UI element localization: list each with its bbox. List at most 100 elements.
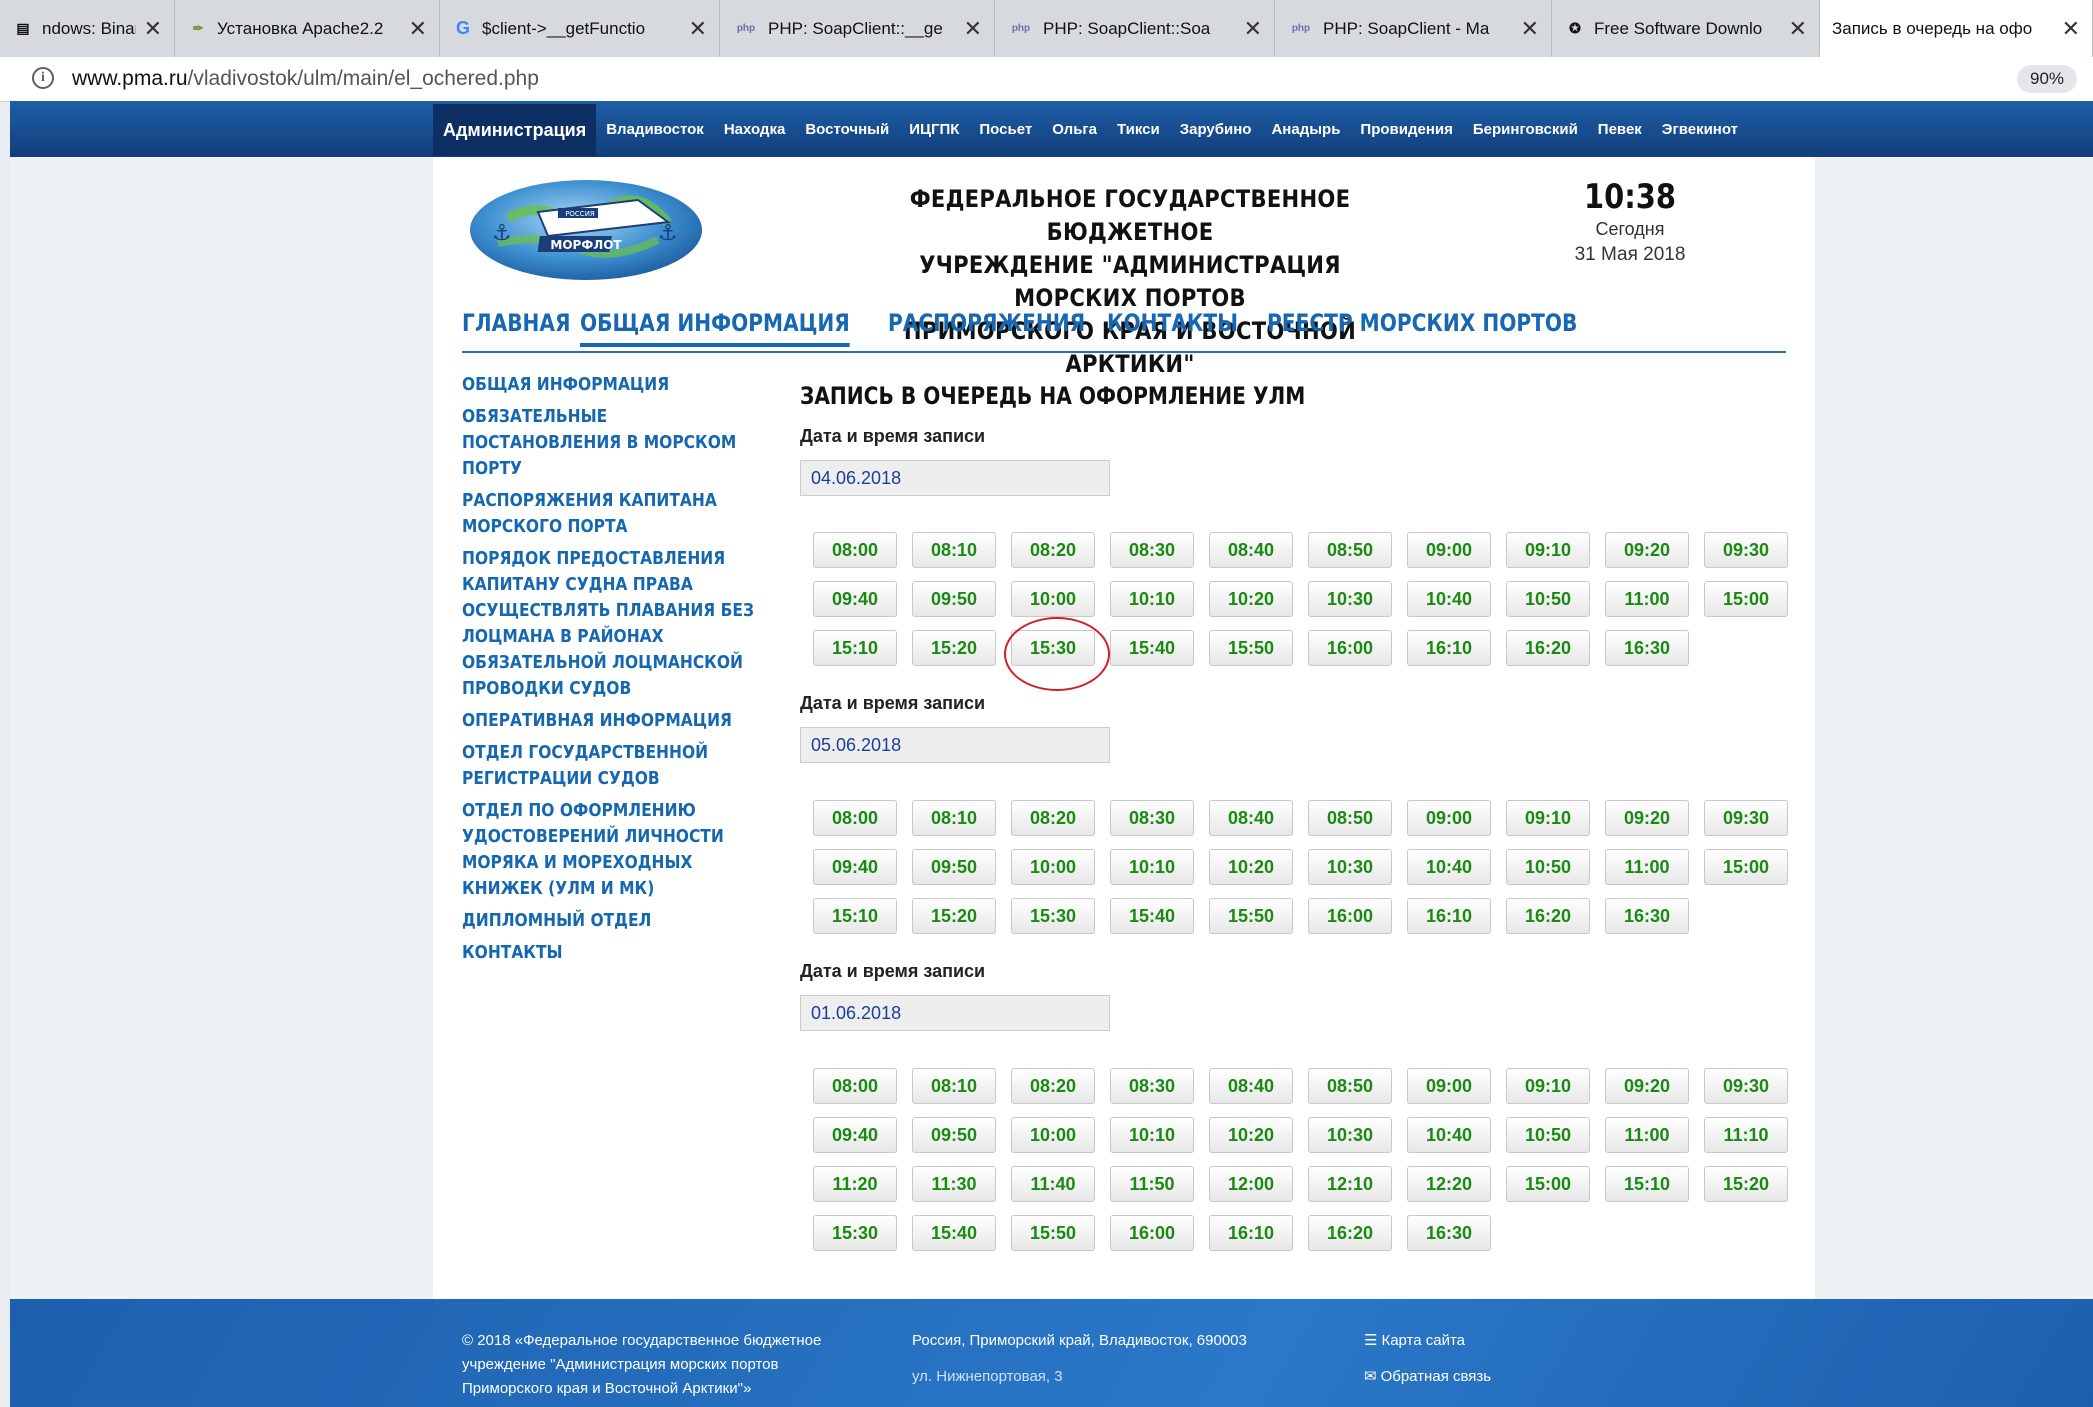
time-slot-button[interactable]: 09:40 bbox=[813, 581, 897, 617]
time-slot-button[interactable]: 10:20 bbox=[1209, 849, 1293, 885]
time-slot-button[interactable]: 15:10 bbox=[1605, 1166, 1689, 1202]
time-slot-button[interactable]: 16:20 bbox=[1506, 630, 1590, 666]
time-slot-button[interactable]: 12:10 bbox=[1308, 1166, 1392, 1202]
time-slot-button[interactable]: 10:00 bbox=[1011, 849, 1095, 885]
date-field-2[interactable]: 05.06.2018 bbox=[800, 727, 1110, 763]
browser-tab[interactable]: php PHP: SoapClient::__ge ✕ bbox=[720, 0, 995, 57]
top-nav-item[interactable]: Администрация bbox=[433, 104, 597, 156]
top-nav-item[interactable]: Находка bbox=[714, 104, 795, 156]
time-slot-button[interactable]: 08:50 bbox=[1308, 1068, 1392, 1104]
sidebar-item[interactable]: ОБЩАЯ ИНФОРМАЦИЯ bbox=[462, 372, 772, 398]
time-slot-button[interactable]: 10:30 bbox=[1308, 581, 1392, 617]
menu-item-contacts[interactable]: КОНТАКТЫ bbox=[1107, 309, 1238, 337]
menu-item-general-info[interactable]: ОБЩАЯ ИНФОРМАЦИЯ bbox=[580, 309, 850, 347]
sidebar-item[interactable]: РАСПОРЯЖЕНИЯ КАПИТАНА МОРСКОГО ПОРТА bbox=[462, 488, 772, 540]
close-icon[interactable]: ✕ bbox=[689, 16, 707, 42]
top-nav-item[interactable]: Беринговский bbox=[1463, 104, 1588, 156]
time-slot-button[interactable]: 15:50 bbox=[1209, 630, 1293, 666]
time-slot-button[interactable]: 08:40 bbox=[1209, 1068, 1293, 1104]
time-slot-button[interactable]: 08:00 bbox=[813, 1068, 897, 1104]
top-nav-item[interactable]: Владивосток bbox=[596, 104, 714, 156]
time-slot-button[interactable]: 09:00 bbox=[1407, 532, 1491, 568]
menu-item-port-registry[interactable]: РЕЕСТР МОРСКИХ ПОРТОВ bbox=[1267, 309, 1577, 337]
morflot-logo[interactable]: МОРФЛОТ РОССИЯ ⚓ ⚓ bbox=[468, 178, 704, 287]
menu-item-home[interactable]: ГЛАВНАЯ bbox=[462, 309, 571, 337]
time-slot-button[interactable]: 11:50 bbox=[1110, 1166, 1194, 1202]
browser-tab[interactable]: ✪ Free Software Downlo ✕ bbox=[1552, 0, 1820, 57]
time-slot-button[interactable]: 15:40 bbox=[1110, 630, 1194, 666]
time-slot-button[interactable]: 15:30 bbox=[813, 1215, 897, 1251]
time-slot-button[interactable]: 16:10 bbox=[1407, 898, 1491, 934]
time-slot-button[interactable]: 09:20 bbox=[1605, 532, 1689, 568]
top-nav-item[interactable]: Зарубино bbox=[1170, 104, 1262, 156]
time-slot-button[interactable]: 10:10 bbox=[1110, 581, 1194, 617]
time-slot-button[interactable]: 15:50 bbox=[1011, 1215, 1095, 1251]
time-slot-button[interactable]: 12:20 bbox=[1407, 1166, 1491, 1202]
time-slot-button[interactable]: 10:00 bbox=[1011, 1117, 1095, 1153]
time-slot-button[interactable]: 16:30 bbox=[1407, 1215, 1491, 1251]
sidebar-item[interactable]: ДИПЛОМНЫЙ ОТДЕЛ bbox=[462, 908, 772, 934]
time-slot-button[interactable]: 09:50 bbox=[912, 581, 996, 617]
time-slot-button[interactable]: 08:50 bbox=[1308, 800, 1392, 836]
time-slot-button[interactable]: 12:00 bbox=[1209, 1166, 1293, 1202]
menu-item-orders[interactable]: РАСПОРЯЖЕНИЯ bbox=[888, 309, 1085, 337]
time-slot-button[interactable]: 10:30 bbox=[1308, 1117, 1392, 1153]
time-slot-button[interactable]: 08:10 bbox=[912, 800, 996, 836]
time-slot-button[interactable]: 15:30 bbox=[1011, 898, 1095, 934]
time-slot-button[interactable]: 09:00 bbox=[1407, 1068, 1491, 1104]
close-icon[interactable]: ✕ bbox=[1244, 16, 1262, 42]
time-slot-button[interactable]: 16:20 bbox=[1308, 1215, 1392, 1251]
zoom-indicator[interactable]: 90% bbox=[2017, 65, 2077, 93]
time-slot-button[interactable]: 10:00 bbox=[1011, 581, 1095, 617]
sidebar-item[interactable]: ОТДЕЛ ПО ОФОРМЛЕНИЮ УДОСТОВЕРЕНИЙ ЛИЧНОС… bbox=[462, 798, 772, 902]
close-icon[interactable]: ✕ bbox=[409, 16, 427, 42]
browser-tab[interactable]: Запись в очередь на офо ✕ bbox=[1820, 0, 2093, 57]
sidebar-item[interactable]: ОБЯЗАТЕЛЬНЫЕ ПОСТАНОВЛЕНИЯ В МОРСКОМ ПОР… bbox=[462, 404, 772, 482]
time-slot-button[interactable]: 09:00 bbox=[1407, 800, 1491, 836]
top-nav-item[interactable]: Провидения bbox=[1350, 104, 1462, 156]
time-slot-button[interactable]: 08:20 bbox=[1011, 532, 1095, 568]
time-slot-button[interactable]: 10:20 bbox=[1209, 581, 1293, 617]
time-slot-button[interactable]: 16:00 bbox=[1308, 898, 1392, 934]
top-nav-item[interactable]: Посьет bbox=[969, 104, 1042, 156]
time-slot-button[interactable]: 16:00 bbox=[1110, 1215, 1194, 1251]
top-nav-item[interactable]: Анадырь bbox=[1261, 104, 1350, 156]
time-slot-button[interactable]: 15:40 bbox=[912, 1215, 996, 1251]
time-slot-button[interactable]: 09:30 bbox=[1704, 532, 1788, 568]
close-icon[interactable]: ✕ bbox=[1789, 16, 1807, 42]
time-slot-button[interactable]: 16:10 bbox=[1209, 1215, 1293, 1251]
time-slot-button[interactable]: 15:10 bbox=[813, 630, 897, 666]
browser-tab[interactable]: ✒ Установка Apache2.2 ✕ bbox=[175, 0, 440, 57]
time-slot-button[interactable]: 08:30 bbox=[1110, 1068, 1194, 1104]
time-slot-button[interactable]: 10:40 bbox=[1407, 849, 1491, 885]
time-slot-button[interactable]: 11:00 bbox=[1605, 849, 1689, 885]
time-slot-button[interactable]: 08:40 bbox=[1209, 800, 1293, 836]
info-icon[interactable]: i bbox=[32, 67, 54, 89]
time-slot-button[interactable]: 16:00 bbox=[1308, 630, 1392, 666]
footer-feedback-link[interactable]: ✉ Обратная связь bbox=[1364, 1365, 1491, 1389]
time-slot-button[interactable]: 09:10 bbox=[1506, 1068, 1590, 1104]
time-slot-button[interactable]: 16:20 bbox=[1506, 898, 1590, 934]
browser-tab[interactable]: ▤ ndows: Binaric ✕ bbox=[0, 0, 175, 57]
browser-tab[interactable]: php PHP: SoapClient - Ma ✕ bbox=[1275, 0, 1552, 57]
time-slot-button[interactable]: 10:50 bbox=[1506, 581, 1590, 617]
time-slot-button[interactable]: 10:20 bbox=[1209, 1117, 1293, 1153]
close-icon[interactable]: ✕ bbox=[1521, 16, 1539, 42]
sidebar-item[interactable]: ОТДЕЛ ГОСУДАРСТВЕННОЙ РЕГИСТРАЦИИ СУДОВ bbox=[462, 740, 772, 792]
url-text[interactable]: www.pma.ru/vladivostok/ulm/main/el_ocher… bbox=[72, 67, 539, 91]
close-icon[interactable]: ✕ bbox=[2062, 16, 2080, 42]
sidebar-item[interactable]: КОНТАКТЫ bbox=[462, 940, 772, 966]
time-slot-button[interactable]: 10:30 bbox=[1308, 849, 1392, 885]
time-slot-button[interactable]: 08:50 bbox=[1308, 532, 1392, 568]
time-slot-button[interactable]: 16:10 bbox=[1407, 630, 1491, 666]
sidebar-item[interactable]: ОПЕРАТИВНАЯ ИНФОРМАЦИЯ bbox=[462, 708, 772, 734]
time-slot-button[interactable]: 08:20 bbox=[1011, 1068, 1095, 1104]
time-slot-button[interactable]: 10:50 bbox=[1506, 849, 1590, 885]
time-slot-button[interactable]: 08:00 bbox=[813, 532, 897, 568]
time-slot-button[interactable]: 09:10 bbox=[1506, 532, 1590, 568]
time-slot-button[interactable]: 08:10 bbox=[912, 532, 996, 568]
time-slot-button[interactable]: 09:20 bbox=[1605, 1068, 1689, 1104]
sidebar-item[interactable]: ПОРЯДОК ПРЕДОСТАВЛЕНИЯ КАПИТАНУ СУДНА ПР… bbox=[462, 546, 772, 702]
time-slot-button[interactable]: 15:00 bbox=[1704, 581, 1788, 617]
time-slot-button[interactable]: 15:10 bbox=[813, 898, 897, 934]
